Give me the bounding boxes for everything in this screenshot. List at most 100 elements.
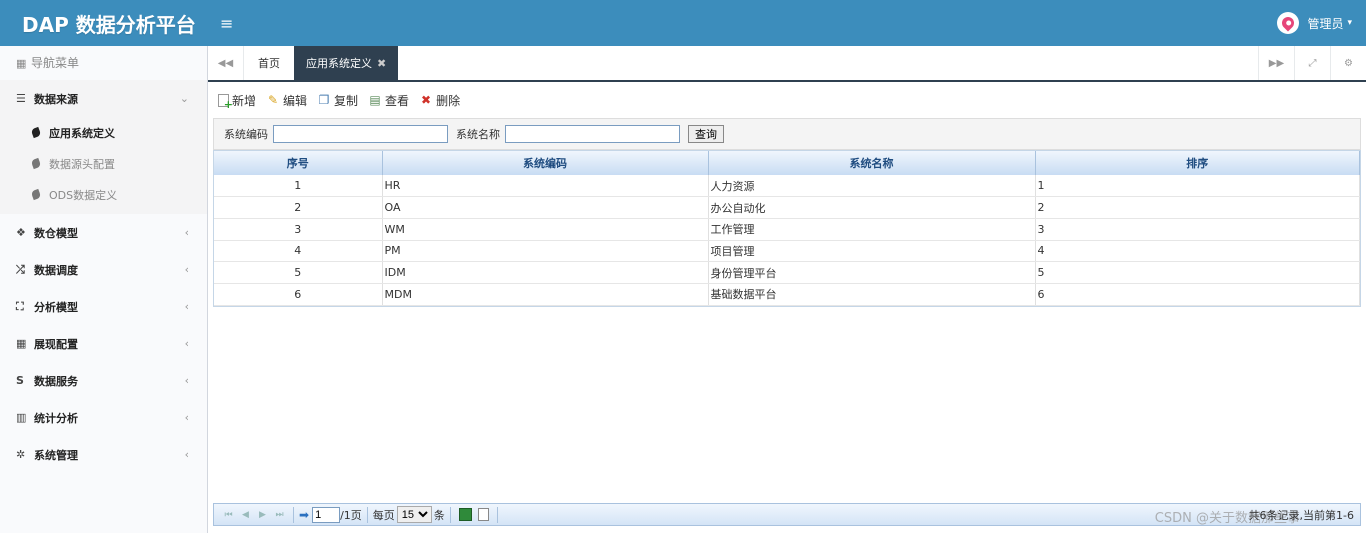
- table-row[interactable]: 2 OA 办公自动化 2: [214, 196, 1360, 219]
- sidebar-item-label: 系统管理: [34, 448, 78, 462]
- sidebar-item-statistics[interactable]: ▥ 统计分析 ‹: [0, 399, 207, 436]
- table-row[interactable]: 5 IDM 身份管理平台 5: [214, 261, 1360, 284]
- cell-name: 身份管理平台: [708, 261, 1036, 284]
- cell-order: 2: [1035, 196, 1360, 219]
- column-header[interactable]: 系统编码: [382, 151, 709, 175]
- submenu-item-ods-definition[interactable]: ODS数据定义: [0, 179, 207, 210]
- tab-label: 应用系统定义: [306, 57, 372, 70]
- submenu-item-datasource-config[interactable]: 数据源头配置: [0, 148, 207, 179]
- table-row[interactable]: 1 HR 人力资源 1: [214, 175, 1360, 198]
- column-header[interactable]: 系统名称: [708, 151, 1036, 175]
- next-page-icon[interactable]: ▶: [254, 507, 271, 522]
- sidebar-item-system-admin[interactable]: ✲ 系统管理 ‹: [0, 436, 207, 473]
- th-large-icon: ▦: [16, 57, 27, 70]
- tab-scroll-right-icon[interactable]: ▶▶: [1258, 46, 1294, 80]
- first-page-icon[interactable]: ⏮: [220, 507, 237, 522]
- record-info: 共6条记录,当前第1-6: [1248, 508, 1354, 522]
- cell-name: 项目管理: [708, 240, 1036, 263]
- excel-export-icon[interactable]: [458, 508, 472, 521]
- tab-scroll-left-icon[interactable]: ◀◀: [208, 46, 244, 80]
- sidebar-item-warehouse-model[interactable]: ❖ 数仓模型 ‹: [0, 214, 207, 251]
- divider: [496, 506, 498, 523]
- cell-name: 人力资源: [708, 175, 1036, 198]
- go-arrow-icon[interactable]: ➡: [299, 508, 309, 522]
- cell-index: 6: [214, 283, 383, 306]
- system-name-input[interactable]: [505, 125, 680, 143]
- fullscreen-icon[interactable]: ⤢: [1294, 46, 1330, 80]
- sidebar-item-data-source[interactable]: ☰ 数据来源 ⌄: [0, 80, 207, 117]
- system-code-input[interactable]: [273, 125, 448, 143]
- chevron-left-icon: ‹: [184, 374, 189, 387]
- sidebar-toggle-icon[interactable]: ≡: [220, 14, 233, 33]
- user-menu[interactable]: 管理员 ▾: [1277, 0, 1352, 46]
- sidebar-item-label: 分析模型: [34, 300, 78, 314]
- query-button[interactable]: 查询: [688, 125, 724, 143]
- page-number-input[interactable]: [312, 506, 341, 523]
- submenu-item-app-system[interactable]: 应用系统定义: [0, 117, 207, 148]
- divider: [293, 506, 294, 523]
- delete-icon: ✖: [421, 93, 432, 107]
- document-export-icon[interactable]: [477, 508, 489, 521]
- tab-app-system[interactable]: 应用系统定义 ✖: [294, 46, 399, 80]
- delete-button[interactable]: ✖ 删除: [419, 92, 460, 109]
- tab-right-controls: ▶▶ ⤢ ⚙: [1258, 46, 1366, 80]
- submenu-item-label: 数据源头配置: [49, 157, 115, 171]
- copy-button[interactable]: ❐ 复制: [317, 92, 358, 109]
- column-header[interactable]: 排序: [1035, 151, 1360, 175]
- grid-header-row: 序号 系统编码 系统名称 排序: [214, 151, 1360, 175]
- per-page-unit: 条: [433, 508, 445, 522]
- sidebar-item-analysis-model[interactable]: ⛶ 分析模型 ‹: [0, 288, 207, 325]
- user-name: 管理员: [1307, 16, 1344, 31]
- per-page-label: 每页: [372, 508, 395, 522]
- tab-home[interactable]: 首页: [244, 46, 294, 80]
- view-button[interactable]: ▤ 查看: [368, 92, 409, 109]
- chevron-down-icon: ⌄: [179, 92, 189, 105]
- close-icon[interactable]: ✖: [377, 57, 386, 70]
- cell-code: WM: [382, 218, 709, 241]
- app-logo[interactable]: DAP 数据分析平台: [0, 0, 208, 46]
- leaf-icon: [30, 188, 42, 201]
- database-icon: ☰: [16, 92, 26, 105]
- edit-button[interactable]: ✎ 编辑: [266, 92, 307, 109]
- table-row[interactable]: 4 PM 项目管理 4: [214, 240, 1360, 263]
- cell-name: 办公自动化: [708, 196, 1036, 219]
- cell-index: 1: [214, 175, 383, 198]
- table-row[interactable]: 3 WM 工作管理 3: [214, 218, 1360, 241]
- chevron-left-icon: ‹: [184, 411, 189, 424]
- chevron-left-icon: ‹: [184, 226, 189, 239]
- view-label: 查看: [385, 93, 410, 108]
- pencil-icon: ✎: [267, 93, 279, 107]
- last-page-icon[interactable]: ⏭: [271, 507, 288, 522]
- leaf-icon: [30, 157, 42, 170]
- cell-code: PM: [382, 240, 709, 263]
- nav-header-label: 导航菜单: [31, 56, 80, 70]
- search-bar: 系统编码 系统名称 查询: [213, 118, 1361, 150]
- sidebar-item-data-service[interactable]: S 数据服务 ‹: [0, 362, 207, 399]
- main-content: 新增 ✎ 编辑 ❐ 复制 ▤ 查看 ✖ 删除 系统编码 系统名称 查询: [208, 82, 1366, 533]
- add-button[interactable]: 新增: [218, 92, 256, 111]
- cell-index: 2: [214, 196, 383, 219]
- table-row[interactable]: 6 MDM 基础数据平台 6: [214, 283, 1360, 306]
- column-header[interactable]: 序号: [214, 151, 383, 175]
- cell-index: 5: [214, 261, 383, 284]
- sidebar-item-display-config[interactable]: ▦ 展现配置 ‹: [0, 325, 207, 362]
- toolbar: 新增 ✎ 编辑 ❐ 复制 ▤ 查看 ✖ 删除: [208, 82, 1366, 118]
- chevron-left-icon: ‹: [184, 337, 189, 350]
- per-page-select[interactable]: 15: [396, 506, 432, 523]
- cell-index: 4: [214, 240, 383, 263]
- cell-order: 6: [1035, 283, 1360, 306]
- divider: [366, 506, 368, 523]
- list-icon: ▤: [369, 93, 381, 107]
- add-icon: [218, 93, 233, 111]
- prev-page-icon[interactable]: ◀: [237, 507, 254, 522]
- nav-header: ▦ 导航菜单: [0, 46, 207, 80]
- cell-code: HR: [382, 175, 709, 198]
- submenu-item-label: 应用系统定义: [49, 126, 115, 140]
- cell-code: IDM: [382, 261, 709, 284]
- caret-down-icon: ▾: [1347, 18, 1352, 28]
- location-pin-icon: [1279, 14, 1297, 32]
- gear-icon[interactable]: ⚙: [1330, 46, 1366, 80]
- cell-code: MDM: [382, 283, 709, 306]
- sidebar-item-data-scheduling[interactable]: ⤮ 数据调度 ‹: [0, 251, 207, 288]
- film-icon: ▦: [16, 337, 27, 350]
